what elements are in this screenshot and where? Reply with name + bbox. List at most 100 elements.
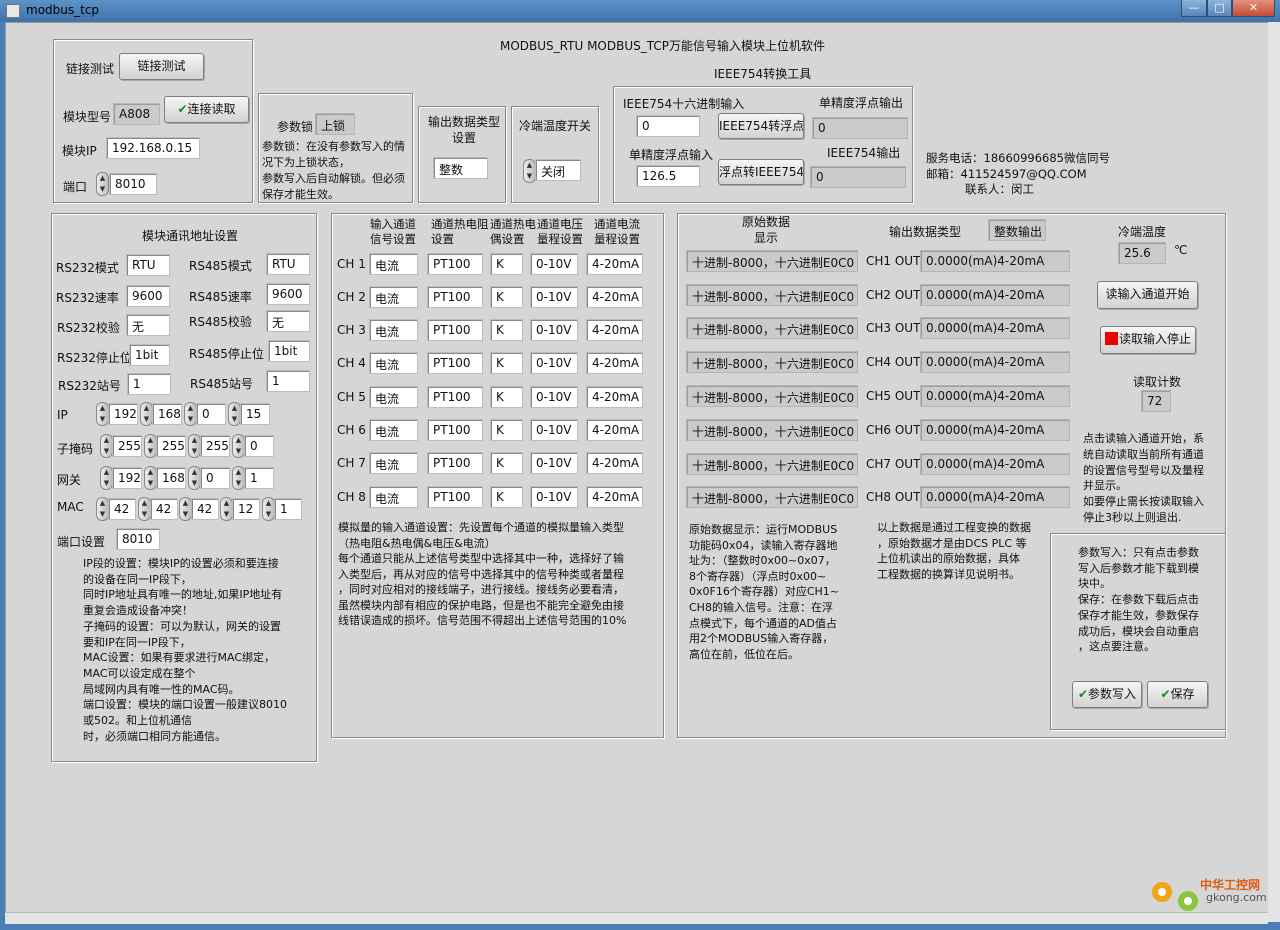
signal-type-field[interactable]: 电流 bbox=[369, 386, 418, 408]
current-range-field[interactable]: 4-20mA bbox=[586, 486, 643, 508]
voltage-range-field[interactable]: 0-10V bbox=[530, 486, 578, 508]
current-range-field[interactable]: 4-20mA bbox=[586, 419, 643, 441]
raw-data-field: 十进制-8000，十六进制E0C0 bbox=[686, 419, 858, 441]
current-range-field[interactable]: 4-20mA bbox=[586, 319, 643, 341]
maximize-button[interactable]: □ bbox=[1207, 0, 1232, 17]
voltage-range-field[interactable]: 0-10V bbox=[530, 286, 578, 308]
tc-type-field[interactable]: K bbox=[490, 253, 523, 275]
mac-byte-4[interactable]: 12 bbox=[232, 498, 260, 520]
rtd-type-field[interactable]: PT100 bbox=[427, 419, 483, 441]
link-test-button[interactable]: 链接测试 bbox=[119, 53, 204, 80]
rs485-check-field[interactable]: 无 bbox=[266, 310, 310, 332]
ip-field[interactable]: 192.168.0.15 bbox=[106, 137, 200, 159]
mac-label: MAC bbox=[57, 500, 84, 514]
connect-read-button[interactable]: ✔连接读取 bbox=[164, 96, 249, 123]
current-range-field[interactable]: 4-20mA bbox=[586, 286, 643, 308]
ip-octet-2[interactable]: 168 bbox=[152, 403, 182, 425]
output-value-field: 0.0000(mA)4-20mA bbox=[920, 351, 1070, 373]
ip-octet-3[interactable]: 0 bbox=[196, 403, 226, 425]
model-field: A808 bbox=[113, 103, 160, 125]
gw-octet-4[interactable]: 1 bbox=[244, 467, 274, 489]
voltage-range-field[interactable]: 0-10V bbox=[530, 452, 578, 474]
gw-octet-2[interactable]: 168 bbox=[156, 467, 186, 489]
mac-byte-1[interactable]: 42 bbox=[108, 498, 136, 520]
signal-type-field[interactable]: 电流 bbox=[369, 253, 418, 275]
rtd-type-field[interactable]: PT100 bbox=[427, 352, 483, 374]
port-spinner[interactable]: ▲ ▼ bbox=[96, 172, 109, 196]
current-range-field[interactable]: 4-20mA bbox=[586, 352, 643, 374]
current-range-field[interactable]: 4-20mA bbox=[586, 452, 643, 474]
gw-octet-1[interactable]: 192 bbox=[112, 467, 142, 489]
tc-type-field[interactable]: K bbox=[490, 352, 523, 374]
rtd-type-field[interactable]: PT100 bbox=[427, 253, 483, 275]
rs485-rate-field[interactable]: 9600 bbox=[266, 283, 310, 305]
port-field[interactable]: 8010 bbox=[109, 173, 157, 195]
float-input[interactable]: 126.5 bbox=[636, 165, 700, 187]
rtd-type-field[interactable]: PT100 bbox=[427, 319, 483, 341]
raw-data-field: 十进制-8000，十六进制E0C0 bbox=[686, 250, 858, 272]
voltage-range-field[interactable]: 0-10V bbox=[530, 386, 578, 408]
read-count-label: 读取计数 bbox=[1133, 375, 1182, 389]
rs485-stop-field[interactable]: 1bit bbox=[268, 340, 310, 362]
vertical-scrollbar[interactable] bbox=[1268, 22, 1280, 922]
rs485-addr-field[interactable]: 1 bbox=[266, 370, 310, 392]
out-channel-label: CH4 OUT bbox=[866, 355, 921, 369]
mask-octet-3[interactable]: 255 bbox=[200, 435, 230, 457]
voltage-range-field[interactable]: 0-10V bbox=[530, 352, 578, 374]
ip-octet-1[interactable]: 192 bbox=[108, 403, 138, 425]
save-button[interactable]: ✔保存 bbox=[1147, 681, 1208, 708]
rs232-rate-field[interactable]: 9600 bbox=[126, 285, 170, 307]
cold-switch-field[interactable]: 关闭 bbox=[535, 159, 581, 181]
ieee-hex-input[interactable]: 0 bbox=[636, 115, 700, 137]
ieee-to-float-button[interactable]: IEEE754转浮点 bbox=[718, 113, 804, 139]
start-read-button[interactable]: 读输入通道开始 bbox=[1097, 281, 1198, 309]
mask-octet-2[interactable]: 255 bbox=[156, 435, 186, 457]
comm-port-field[interactable]: 8010 bbox=[116, 528, 160, 550]
channel-label: CH 3 bbox=[337, 323, 366, 337]
float-output-label: 单精度浮点输出 bbox=[819, 96, 904, 110]
rtd-type-field[interactable]: PT100 bbox=[427, 386, 483, 408]
mac-byte-2[interactable]: 42 bbox=[150, 498, 178, 520]
mask-octet-1[interactable]: 255 bbox=[112, 435, 142, 457]
gw-octet-3[interactable]: 0 bbox=[200, 467, 230, 489]
minimize-button[interactable]: — bbox=[1181, 0, 1207, 17]
float-to-ieee-button[interactable]: 浮点转IEEE754 bbox=[718, 159, 804, 185]
current-range-field[interactable]: 4-20mA bbox=[586, 253, 643, 275]
signal-type-field[interactable]: 电流 bbox=[369, 352, 418, 374]
voltage-range-field[interactable]: 0-10V bbox=[530, 319, 578, 341]
signal-type-field[interactable]: 电流 bbox=[369, 319, 418, 341]
tc-type-field[interactable]: K bbox=[490, 419, 523, 441]
rtd-type-field[interactable]: PT100 bbox=[427, 452, 483, 474]
rs232-check-field[interactable]: 无 bbox=[126, 314, 170, 336]
mac-byte-5[interactable]: 1 bbox=[274, 498, 302, 520]
out-channel-label: CH7 OUT bbox=[866, 457, 921, 471]
horizontal-scrollbar[interactable] bbox=[5, 912, 1268, 924]
rs232-addr-field[interactable]: 1 bbox=[127, 373, 171, 395]
mac-byte-3[interactable]: 42 bbox=[191, 498, 219, 520]
rs485-mode-field[interactable]: RTU bbox=[266, 253, 310, 275]
voltage-range-field[interactable]: 0-10V bbox=[530, 253, 578, 275]
out-channel-label: CH3 OUT bbox=[866, 321, 921, 335]
tc-type-field[interactable]: K bbox=[490, 319, 523, 341]
rtd-type-field[interactable]: PT100 bbox=[427, 486, 483, 508]
stop-read-button[interactable]: 读取输入停止 bbox=[1100, 326, 1196, 354]
current-range-field[interactable]: 4-20mA bbox=[586, 386, 643, 408]
header-tc: 通道热电 偶设置 bbox=[490, 217, 536, 246]
mask-octet-4[interactable]: 0 bbox=[244, 435, 274, 457]
output-type-field[interactable]: 整数 bbox=[433, 157, 488, 179]
signal-type-field[interactable]: 电流 bbox=[369, 452, 418, 474]
param-write-button[interactable]: ✔参数写入 bbox=[1072, 681, 1142, 708]
rs232-stop-field[interactable]: 1bit bbox=[129, 344, 170, 366]
rs232-mode-field[interactable]: RTU bbox=[126, 254, 170, 276]
voltage-range-field[interactable]: 0-10V bbox=[530, 419, 578, 441]
ip-octet-4[interactable]: 15 bbox=[240, 403, 270, 425]
rtd-type-field[interactable]: PT100 bbox=[427, 286, 483, 308]
close-button[interactable]: ✕ bbox=[1232, 0, 1275, 17]
signal-type-field[interactable]: 电流 bbox=[369, 419, 418, 441]
tc-type-field[interactable]: K bbox=[490, 286, 523, 308]
tc-type-field[interactable]: K bbox=[490, 486, 523, 508]
signal-type-field[interactable]: 电流 bbox=[369, 286, 418, 308]
signal-type-field[interactable]: 电流 bbox=[369, 486, 418, 508]
tc-type-field[interactable]: K bbox=[490, 386, 523, 408]
tc-type-field[interactable]: K bbox=[490, 452, 523, 474]
